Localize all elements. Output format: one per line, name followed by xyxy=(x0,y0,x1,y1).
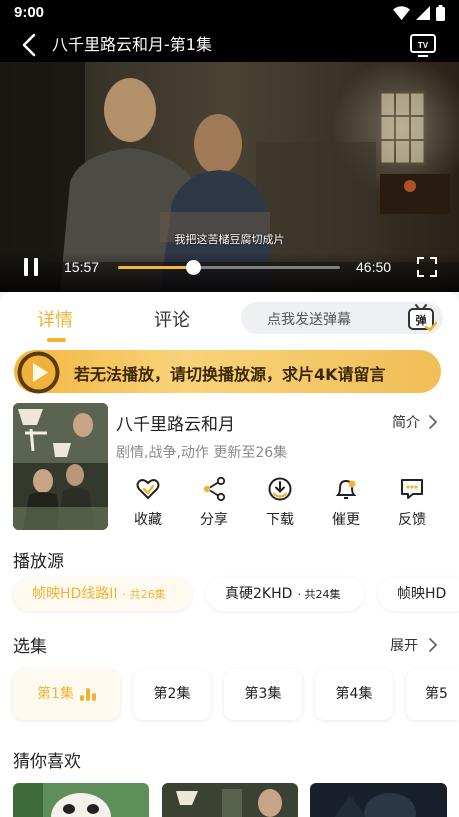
recommend-card-3[interactable] xyxy=(310,783,447,817)
favorite-button[interactable]: 收藏 xyxy=(123,476,173,532)
recommend-card-1[interactable] xyxy=(13,783,149,817)
wifi-icon xyxy=(393,6,410,20)
show-poster[interactable] xyxy=(13,403,108,530)
episode-label: 第2集 xyxy=(153,686,191,702)
status-time: 9:00 xyxy=(14,4,45,21)
video-subtitle: 我把这苦槠豆腐切成片 xyxy=(174,233,285,246)
show-meta: 剧情,战争,动作 更新至26集 xyxy=(116,445,288,461)
battery-icon xyxy=(436,5,445,21)
feedback-icon xyxy=(401,479,423,499)
chevron-right-icon[interactable] xyxy=(428,637,438,653)
source-pill-2[interactable]: 真硬2KHD · 共24集 xyxy=(206,577,364,611)
urge-update-label: 催更 xyxy=(332,512,360,528)
danmaku-placeholder: 点我发送弹幕 xyxy=(267,312,351,328)
download-label: 下载 xyxy=(266,512,294,528)
download-icon xyxy=(268,477,292,501)
source-count: · 共26集 xyxy=(122,588,166,601)
title-bar: 八千里路云和月-第1集 TV xyxy=(0,28,459,62)
notice-text: 若无法播放，请切换播放源，求片4K请留言 xyxy=(74,365,386,384)
feedback-label: 反馈 xyxy=(398,512,426,528)
tab-detail[interactable]: 详情 xyxy=(37,306,73,332)
status-icons xyxy=(393,5,445,21)
pause-button[interactable] xyxy=(22,258,42,280)
seek-bar[interactable] xyxy=(118,260,340,275)
play-badge-icon xyxy=(17,351,60,394)
tab-comment[interactable]: 评论 xyxy=(154,306,190,332)
svg-text:TV: TV xyxy=(418,41,429,50)
total-time: 46:50 xyxy=(356,259,392,275)
source-section-title: 播放源 xyxy=(13,552,64,572)
episode-item-5[interactable]: 第5 xyxy=(406,669,459,720)
favorite-label: 收藏 xyxy=(134,512,162,528)
detail-panel: 详情 评论 点我发送弹幕 弹 若无法播放，请切换播放源，求片4K请留言 八千里路… xyxy=(0,292,459,817)
notice-banner[interactable]: 若无法播放，请切换播放源，求片4K请留言 xyxy=(14,350,441,394)
source-name: 帧映HD线路II xyxy=(32,586,118,602)
player-controls: 15:57 46:50 xyxy=(0,252,459,292)
chevron-right-icon[interactable] xyxy=(428,414,438,430)
episode-label: 第1集 xyxy=(37,686,74,702)
source-pill-1[interactable]: 帧映HD线路II · 共26集 xyxy=(13,577,192,611)
video-title: 八千里路云和月-第1集 xyxy=(52,35,212,54)
active-tab-indicator xyxy=(47,338,66,342)
episode-item-4[interactable]: 第4集 xyxy=(315,669,393,720)
danmaku-input[interactable]: 点我发送弹幕 弹 xyxy=(241,302,443,334)
seek-thumb[interactable] xyxy=(186,260,202,275)
heart-icon xyxy=(136,479,160,500)
share-icon xyxy=(203,476,226,502)
episode-section-title: 选集 xyxy=(13,637,47,657)
seek-progress xyxy=(118,266,194,269)
source-name: 帧映HD xyxy=(397,586,447,602)
playing-indicator-icon xyxy=(79,687,96,701)
intro-link[interactable]: 简介 xyxy=(392,412,420,432)
episode-item-1[interactable]: 第1集 xyxy=(13,669,120,720)
danmaku-toggle-icon[interactable]: 弹 xyxy=(407,303,437,333)
signal-icon xyxy=(416,6,430,20)
back-arrow-icon[interactable] xyxy=(18,32,42,58)
source-name: 真硬2KHD xyxy=(225,586,293,602)
recommend-card-2[interactable] xyxy=(162,783,298,817)
source-pill-3[interactable]: 帧映HD xyxy=(378,577,459,611)
current-time: 15:57 xyxy=(64,259,100,275)
recommend-section-title: 猜你喜欢 xyxy=(13,752,81,772)
urge-update-button[interactable]: 催更 xyxy=(321,476,371,532)
feedback-button[interactable]: 反馈 xyxy=(387,476,437,532)
share-label: 分享 xyxy=(200,512,228,528)
episode-label: 第5 xyxy=(425,686,448,702)
episode-item-2[interactable]: 第2集 xyxy=(133,669,211,720)
episode-label: 第4集 xyxy=(335,686,373,702)
episode-label: 第3集 xyxy=(244,686,282,702)
bell-icon xyxy=(335,479,357,499)
download-button[interactable]: 下载 xyxy=(255,476,305,532)
tv-cast-icon[interactable]: TV xyxy=(409,32,437,58)
video-player[interactable]: 我把这苦槠豆腐切成片 15:57 46:50 xyxy=(0,62,459,292)
source-count: · 共24集 xyxy=(297,588,341,601)
episode-item-3[interactable]: 第3集 xyxy=(224,669,302,720)
svg-text:弹: 弹 xyxy=(416,313,427,327)
share-button[interactable]: 分享 xyxy=(189,476,239,532)
show-title: 八千里路云和月 xyxy=(116,415,235,435)
fullscreen-icon[interactable] xyxy=(416,256,438,278)
status-bar: 9:00 xyxy=(0,0,459,28)
expand-link[interactable]: 展开 xyxy=(390,635,418,655)
